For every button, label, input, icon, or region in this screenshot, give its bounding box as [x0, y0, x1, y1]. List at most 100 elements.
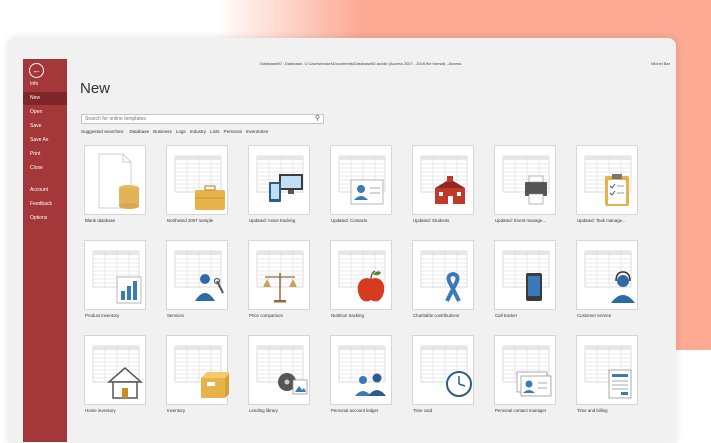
template-thumbnail[interactable] [248, 240, 310, 310]
template-thumbnail[interactable] [494, 145, 556, 215]
template-tile[interactable]: Nutrition tracking [330, 240, 396, 322]
suggested-link-inventories[interactable]: Inventories [246, 129, 268, 134]
template-label: Product inventory [85, 313, 120, 318]
template-thumbnail[interactable] [84, 145, 146, 215]
contact-cards-icon [502, 345, 552, 397]
scales-icon [256, 250, 304, 303]
worker-wrench-icon [174, 250, 224, 301]
template-thumbnail[interactable] [412, 335, 474, 405]
template-tile[interactable]: Time card [412, 335, 478, 417]
people-icon [338, 345, 386, 396]
devices-icon [256, 155, 304, 202]
template-tile[interactable]: Personal account ledger [330, 335, 396, 417]
sidebar-item-close[interactable]: Close [23, 162, 67, 175]
sidebar-item-account[interactable]: Account [23, 184, 67, 197]
template-tile[interactable]: Personal contact manager [494, 335, 560, 417]
sidebar-item-save-as[interactable]: Save As [23, 134, 67, 147]
sidebar-item-print[interactable]: Print [23, 148, 67, 161]
template-tile[interactable]: Time and billing [576, 335, 642, 417]
template-tile[interactable]: Northwind 2007 sample [166, 145, 232, 227]
template-thumbnail[interactable] [330, 240, 392, 310]
sidebar-item-open[interactable]: Open [23, 106, 67, 119]
access-window: ← Info New Open Save Save As Print Close Accoun… [8, 38, 676, 442]
template-tile[interactable]: Inventory [166, 335, 232, 417]
template-thumbnail[interactable] [84, 240, 146, 310]
sidebar-item-info[interactable]: Info [23, 78, 67, 91]
template-thumbnail[interactable] [166, 145, 228, 215]
suggested-link-lists[interactable]: Lists [210, 129, 219, 134]
template-thumbnail[interactable] [576, 335, 638, 405]
template-tile[interactable]: Customer service [576, 240, 642, 322]
template-thumbnail[interactable] [248, 145, 310, 215]
template-label: Updated: Asset tracking [249, 218, 296, 223]
suggested-searches: Suggested searches: Database Business Logs… [81, 129, 276, 134]
template-thumbnail[interactable] [494, 240, 556, 310]
blank-doc-db-icon [98, 153, 139, 209]
template-thumbnail[interactable] [412, 240, 474, 310]
sidebar-item-options[interactable]: Options [23, 212, 67, 225]
template-thumbnail[interactable] [576, 145, 638, 215]
clipboard-icon [584, 155, 632, 206]
template-tile[interactable]: Product inventory [84, 240, 150, 322]
window-title: Database50 : Database- C:\Users\mckel\Do… [260, 61, 462, 66]
sidebar-item-new[interactable]: New [23, 92, 67, 105]
template-label: Personal account ledger [331, 408, 379, 413]
template-label: Updated: Task manage... [577, 218, 626, 223]
template-label: Home inventory [85, 408, 116, 413]
sidebar-item-save[interactable]: Save [23, 120, 67, 133]
template-thumbnail[interactable] [248, 335, 310, 405]
template-tile[interactable]: Services [166, 240, 232, 322]
back-arrow-icon[interactable]: ← [29, 63, 44, 78]
backstage-sidebar: ← Info New Open Save Save As Print Close Accoun… [23, 59, 67, 442]
suggested-link-database[interactable]: Database [129, 129, 149, 134]
search-icon[interactable]: ⚲ [315, 115, 320, 123]
suggested-link-logs[interactable]: Logs [176, 129, 186, 134]
template-label: Personal contact manager [495, 408, 547, 413]
media-icon [256, 345, 308, 395]
template-tile[interactable]: Lending library [248, 335, 314, 417]
template-tile[interactable]: Updated: Event manage... [494, 145, 560, 227]
template-label: Updated: Event manage... [495, 218, 547, 223]
template-label: Time and billing [577, 408, 608, 413]
suggested-link-industry[interactable]: Industry [190, 129, 206, 134]
template-tile[interactable]: Blank database [84, 145, 150, 227]
template-label: Time card [413, 408, 433, 413]
invoice-icon [584, 345, 632, 399]
suggested-link-personal[interactable]: Personal [224, 129, 242, 134]
template-tile[interactable]: Updated: Task manage... [576, 145, 642, 227]
page-title: New [80, 80, 111, 97]
template-thumbnail[interactable] [330, 335, 392, 405]
template-tile[interactable]: Updated: Asset tracking [248, 145, 314, 227]
school-icon [420, 155, 468, 204]
template-thumbnail[interactable] [494, 335, 556, 405]
template-thumbnail[interactable] [166, 240, 228, 310]
template-tile[interactable]: Updated: Contacts [330, 145, 396, 227]
template-thumbnail[interactable] [412, 145, 474, 215]
contact-card-icon [338, 155, 386, 205]
template-search[interactable]: ⚲ [81, 114, 324, 124]
user-name[interactable]: Michel Bar [651, 61, 670, 66]
sidebar-item-feedback[interactable]: Feedback [23, 198, 67, 211]
template-tile[interactable]: Price comparison [248, 240, 314, 322]
title-bar: Database50 : Database- C:\Users\mckel\Do… [68, 59, 676, 67]
template-thumbnail[interactable] [330, 145, 392, 215]
template-label: Lending library [249, 408, 278, 413]
suggested-link-business[interactable]: Business [153, 129, 172, 134]
template-label: Price comparison [249, 313, 283, 318]
template-tile[interactable]: Updated: Students [412, 145, 478, 227]
template-tile[interactable]: Charitable contributions [412, 240, 478, 322]
template-label: Updated: Students [413, 218, 450, 223]
bar-chart-doc-icon [92, 250, 142, 304]
template-tile[interactable]: Home inventory [84, 335, 150, 417]
printer-icon [502, 155, 550, 205]
template-thumbnail[interactable] [166, 335, 229, 405]
template-label: Charitable contributions [413, 313, 460, 318]
template-label: Northwind 2007 sample [167, 218, 214, 223]
search-input[interactable] [82, 115, 313, 123]
template-tile[interactable]: Call tracker [494, 240, 560, 322]
template-thumbnail[interactable] [576, 240, 638, 310]
house-icon [92, 345, 143, 399]
apple-icon [338, 250, 386, 302]
box-icon [174, 345, 229, 398]
template-thumbnail[interactable] [84, 335, 146, 405]
